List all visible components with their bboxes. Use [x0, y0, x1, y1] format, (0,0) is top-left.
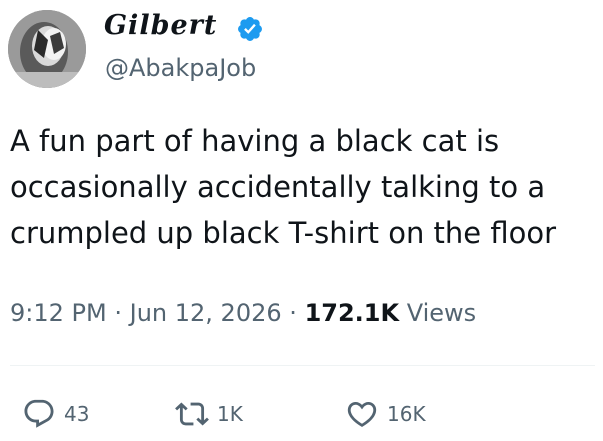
views-label: Views	[406, 299, 477, 327]
avatar[interactable]	[8, 10, 86, 88]
heart-icon	[347, 401, 377, 427]
tweet-card: Gilbert @AbakpaJob A fun part of having …	[0, 0, 603, 441]
speech-bubble-icon	[24, 399, 54, 428]
tweet-text-line: occasionally accidentally talking to a	[10, 170, 546, 204]
repost-count: 1K	[217, 402, 243, 426]
repost-button[interactable]: 1K	[175, 394, 243, 434]
display-name[interactable]: Gilbert	[104, 6, 217, 46]
like-count: 16K	[387, 402, 426, 426]
reply-button[interactable]: 43	[22, 394, 89, 434]
tweet-text: A fun part of having a black cat is occa…	[10, 118, 595, 256]
avatar-photo	[8, 10, 86, 88]
tweet-date[interactable]: Jun 12, 2026	[130, 299, 282, 327]
tweet-meta: 9:12 PM · Jun 12, 2026 · 172.1K Views	[10, 295, 476, 331]
tweet-text-line: crumpled up black T-shirt on the floor	[10, 216, 557, 250]
verified-badge-icon	[238, 17, 262, 41]
meta-separator: ·	[289, 299, 297, 327]
meta-separator: ·	[114, 299, 122, 327]
tweet-text-line: A fun part of having a black cat is	[10, 124, 500, 158]
tweet-time[interactable]: 9:12 PM	[10, 299, 107, 327]
views-count[interactable]: 172.1K	[305, 299, 400, 327]
divider	[10, 365, 595, 366]
reply-count: 43	[64, 402, 90, 426]
like-button[interactable]: 16K	[345, 394, 426, 434]
user-handle[interactable]: @AbakpaJob	[105, 51, 256, 85]
repost-icon	[175, 402, 209, 426]
